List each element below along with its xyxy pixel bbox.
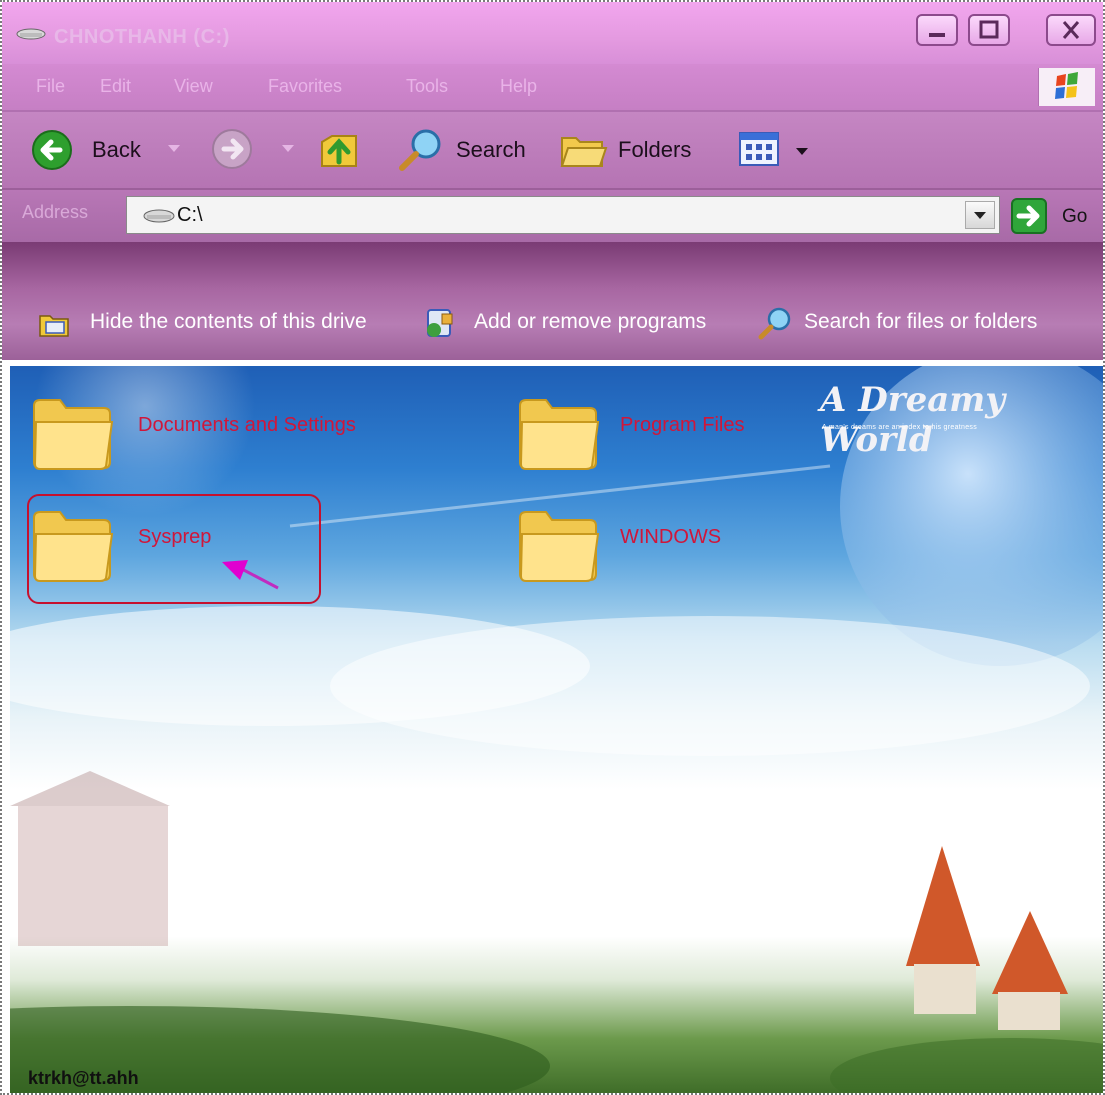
close-button[interactable] [1046, 14, 1096, 46]
folder-item[interactable]: Program Files [516, 392, 816, 476]
go-button[interactable]: Go [1010, 194, 1103, 238]
folder-content-area: A Dreamy World A man's dreams are an ind… [10, 366, 1103, 1093]
folders-button[interactable]: Folders [558, 126, 708, 174]
search-button[interactable]: Search [396, 126, 536, 174]
folder-label: Program Files [620, 414, 745, 436]
menu-file[interactable]: File [36, 76, 65, 97]
folder-hide-icon [39, 315, 69, 337]
folder-icon [519, 511, 600, 582]
annotation-arrow-icon [222, 560, 279, 590]
close-icon [1062, 21, 1080, 39]
wallpaper-title: A Dreamy World [820, 380, 1006, 460]
window-title: CHNOTHANH (C:) [54, 26, 230, 48]
maximize-button[interactable] [968, 14, 1010, 46]
back-button[interactable]: Back [30, 128, 154, 172]
toolbar: Back Search Folders [2, 112, 1103, 190]
title-bar[interactable]: CHNOTHANH (C:) [2, 2, 1103, 64]
views-dropdown-icon [796, 148, 808, 155]
back-dropdown-icon[interactable] [168, 145, 180, 152]
folder-up-icon[interactable] [318, 126, 360, 172]
back-arrow-icon [32, 130, 72, 170]
folders-icon [560, 137, 608, 167]
minimize-button[interactable] [916, 14, 958, 46]
task-links-bar: Hide the contents of this drive Add or r… [2, 242, 1103, 360]
wallpaper-watermark-text: ktrkh@tt.ahh [28, 1068, 139, 1088]
folder-label: WINDOWS [620, 526, 722, 548]
views-button[interactable] [738, 130, 812, 170]
windows-logo [1038, 68, 1095, 106]
menu-favorites[interactable]: Favorites [268, 76, 342, 97]
go-arrow-icon [1011, 198, 1047, 234]
folders-label: Folders [618, 137, 692, 162]
minimize-icon [929, 33, 945, 37]
maximize-icon [979, 20, 999, 39]
add-remove-programs-link[interactable]: Add or remove programs [422, 304, 750, 340]
chevron-down-icon [974, 212, 986, 219]
address-value: C:\ [177, 204, 203, 226]
hide-contents-label: Hide the contents of this drive [90, 310, 367, 333]
folder-icon [33, 399, 114, 470]
address-label: Address [22, 202, 89, 222]
hide-contents-link[interactable]: Hide the contents of this drive [38, 304, 418, 340]
drive-icon [16, 28, 46, 40]
search-label: Search [456, 137, 526, 162]
search-files-link[interactable]: Search for files or folders [758, 304, 1098, 340]
search-magnifier-icon [399, 129, 441, 171]
menu-help[interactable]: Help [500, 76, 537, 97]
add-remove-label: Add or remove programs [474, 310, 707, 333]
views-grid-icon [739, 132, 779, 166]
add-remove-programs-icon [427, 309, 453, 337]
folder-item[interactable]: Documents and Settings [30, 392, 450, 476]
windows-flag-icon [1055, 72, 1078, 99]
go-label: Go [1062, 206, 1088, 227]
menu-bar: File Edit View Favorites Tools Help [2, 64, 1103, 112]
menu-tools[interactable]: Tools [406, 76, 448, 97]
menu-view[interactable]: View [174, 76, 213, 97]
address-input[interactable]: C:\ [126, 196, 1000, 234]
address-dropdown-button[interactable] [965, 201, 995, 229]
search-files-icon [758, 307, 791, 340]
folder-icon [519, 399, 600, 470]
forward-dropdown-icon[interactable] [282, 145, 294, 152]
folder-item[interactable]: WINDOWS [516, 504, 816, 588]
back-label: Back [92, 137, 141, 162]
folder-label: Documents and Settings [138, 414, 356, 436]
explorer-window: CHNOTHANH (C:) File Edit View Favorites … [0, 0, 1105, 1095]
menu-edit[interactable]: Edit [100, 76, 131, 97]
wallpaper-subtitle: A man's dreams are an index to his great… [822, 424, 978, 431]
search-files-label: Search for files or folders [804, 310, 1038, 333]
address-bar: Address C:\ Go [2, 190, 1103, 242]
forward-arrow-icon[interactable] [210, 127, 256, 173]
